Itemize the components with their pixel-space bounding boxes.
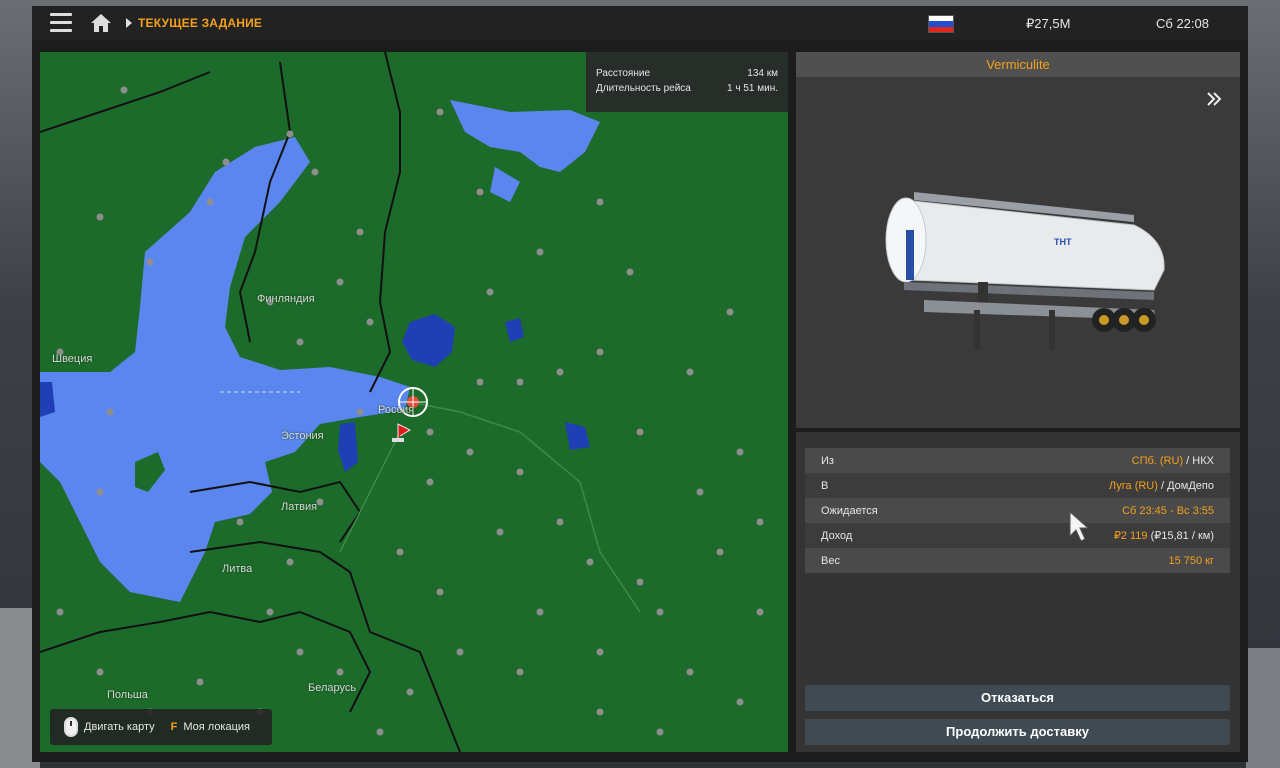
map-label-lithuania: Литва bbox=[222, 563, 253, 575]
cargo-panel: Vermiculite ТНТ bbox=[796, 52, 1240, 428]
duration-label: Длительность рейса bbox=[596, 83, 691, 94]
from-city: СПб. (RU) bbox=[1131, 454, 1184, 467]
map-label-estonia: Эстония bbox=[281, 430, 324, 442]
job-details-panel: Из СПб. (RU) / НКХ В Луга (RU) / ДомДепо… bbox=[796, 432, 1240, 752]
breadcrumb: ТЕКУЩЕЕ ЗАДАНИЕ bbox=[138, 16, 263, 30]
income-label: Доход bbox=[821, 529, 853, 542]
detail-row-income: Доход ₽2 119 (₽15,81 / км) bbox=[805, 523, 1230, 548]
detail-row-from: Из СПб. (RU) / НКХ bbox=[805, 448, 1230, 473]
russia-flag-icon bbox=[928, 15, 954, 33]
distance-label: Расстояние bbox=[596, 68, 651, 79]
map-label-sweden: Швеция bbox=[52, 353, 93, 365]
from-company: НКХ bbox=[1192, 454, 1214, 467]
weight-label: Вес bbox=[821, 554, 840, 567]
from-value: СПб. (RU) / НКХ bbox=[1131, 454, 1214, 467]
menu-icon[interactable] bbox=[50, 13, 72, 33]
breadcrumb-arrow-icon bbox=[126, 18, 132, 28]
svg-text:ТНТ: ТНТ bbox=[1054, 237, 1072, 247]
to-city: Луга (RU) bbox=[1108, 479, 1158, 492]
map-label-belarus: Беларусь bbox=[308, 682, 357, 694]
game-clock: Сб 22:08 bbox=[1156, 16, 1209, 31]
detail-row-to: В Луга (RU) / ДомДепо bbox=[805, 473, 1230, 498]
my-location-key: F bbox=[170, 721, 178, 733]
duration-value: 1 ч 51 мин. bbox=[727, 83, 778, 94]
detail-row-expected: Ожидается Сб 23:45 - Вс 3:55 bbox=[805, 498, 1230, 523]
income-rate: (₽15,81 / км) bbox=[1150, 530, 1214, 542]
expected-value: Сб 23:45 - Вс 3:55 bbox=[1122, 504, 1214, 517]
distance-value: 134 км bbox=[747, 68, 778, 79]
to-label: В bbox=[821, 479, 829, 492]
to-company: ДомДепо bbox=[1167, 479, 1214, 492]
trailer-image: ТНТ bbox=[885, 192, 1165, 350]
refuse-button[interactable]: Отказаться bbox=[805, 685, 1230, 711]
top-bar: ТЕКУЩЕЕ ЗАДАНИЕ ₽27,5M Сб 22:08 bbox=[32, 6, 1248, 40]
to-value: Луга (RU) / ДомДепо bbox=[1108, 479, 1214, 492]
job-details-table: Из СПб. (RU) / НКХ В Луга (RU) / ДомДепо… bbox=[805, 448, 1230, 573]
background-road-marking bbox=[1246, 648, 1280, 768]
expected-label: Ожидается bbox=[821, 504, 878, 517]
money-balance: ₽27,5M bbox=[1026, 16, 1071, 31]
income-value: ₽2 119 bbox=[1113, 530, 1148, 542]
route-info-box: Расстояние 134 км Длительность рейса 1 ч… bbox=[586, 52, 788, 112]
move-map-label: Двигать карту bbox=[84, 721, 155, 733]
cargo-name: Vermiculite bbox=[796, 52, 1240, 77]
weight-value: 15 750 кг bbox=[1168, 554, 1214, 567]
my-location-label[interactable]: Моя локация bbox=[183, 721, 250, 733]
mouse-icon bbox=[64, 717, 78, 737]
mouse-cursor-icon bbox=[1069, 510, 1090, 542]
from-label: Из bbox=[821, 454, 834, 467]
map-label-russia: Россия bbox=[378, 404, 415, 416]
detail-row-weight: Вес 15 750 кг bbox=[805, 548, 1230, 573]
map-label-latvia: Латвия bbox=[281, 501, 318, 513]
home-icon[interactable] bbox=[90, 13, 112, 33]
map-graphic bbox=[40, 52, 764, 752]
continue-delivery-button[interactable]: Продолжить доставку bbox=[805, 719, 1230, 745]
map-controls-hint: Двигать карту F Моя локация bbox=[50, 709, 272, 745]
route-map[interactable]: Расстояние 134 км Длительность рейса 1 ч… bbox=[40, 52, 788, 752]
map-label-poland: Польша bbox=[107, 689, 148, 701]
map-label-finland: Финляндия bbox=[257, 293, 315, 305]
next-trailer-icon[interactable] bbox=[1206, 92, 1222, 106]
income-value-group: ₽2 119 (₽15,81 / км) bbox=[1114, 529, 1214, 542]
job-window: ТЕКУЩЕЕ ЗАДАНИЕ ₽27,5M Сб 22:08 Расстоян… bbox=[32, 6, 1248, 762]
